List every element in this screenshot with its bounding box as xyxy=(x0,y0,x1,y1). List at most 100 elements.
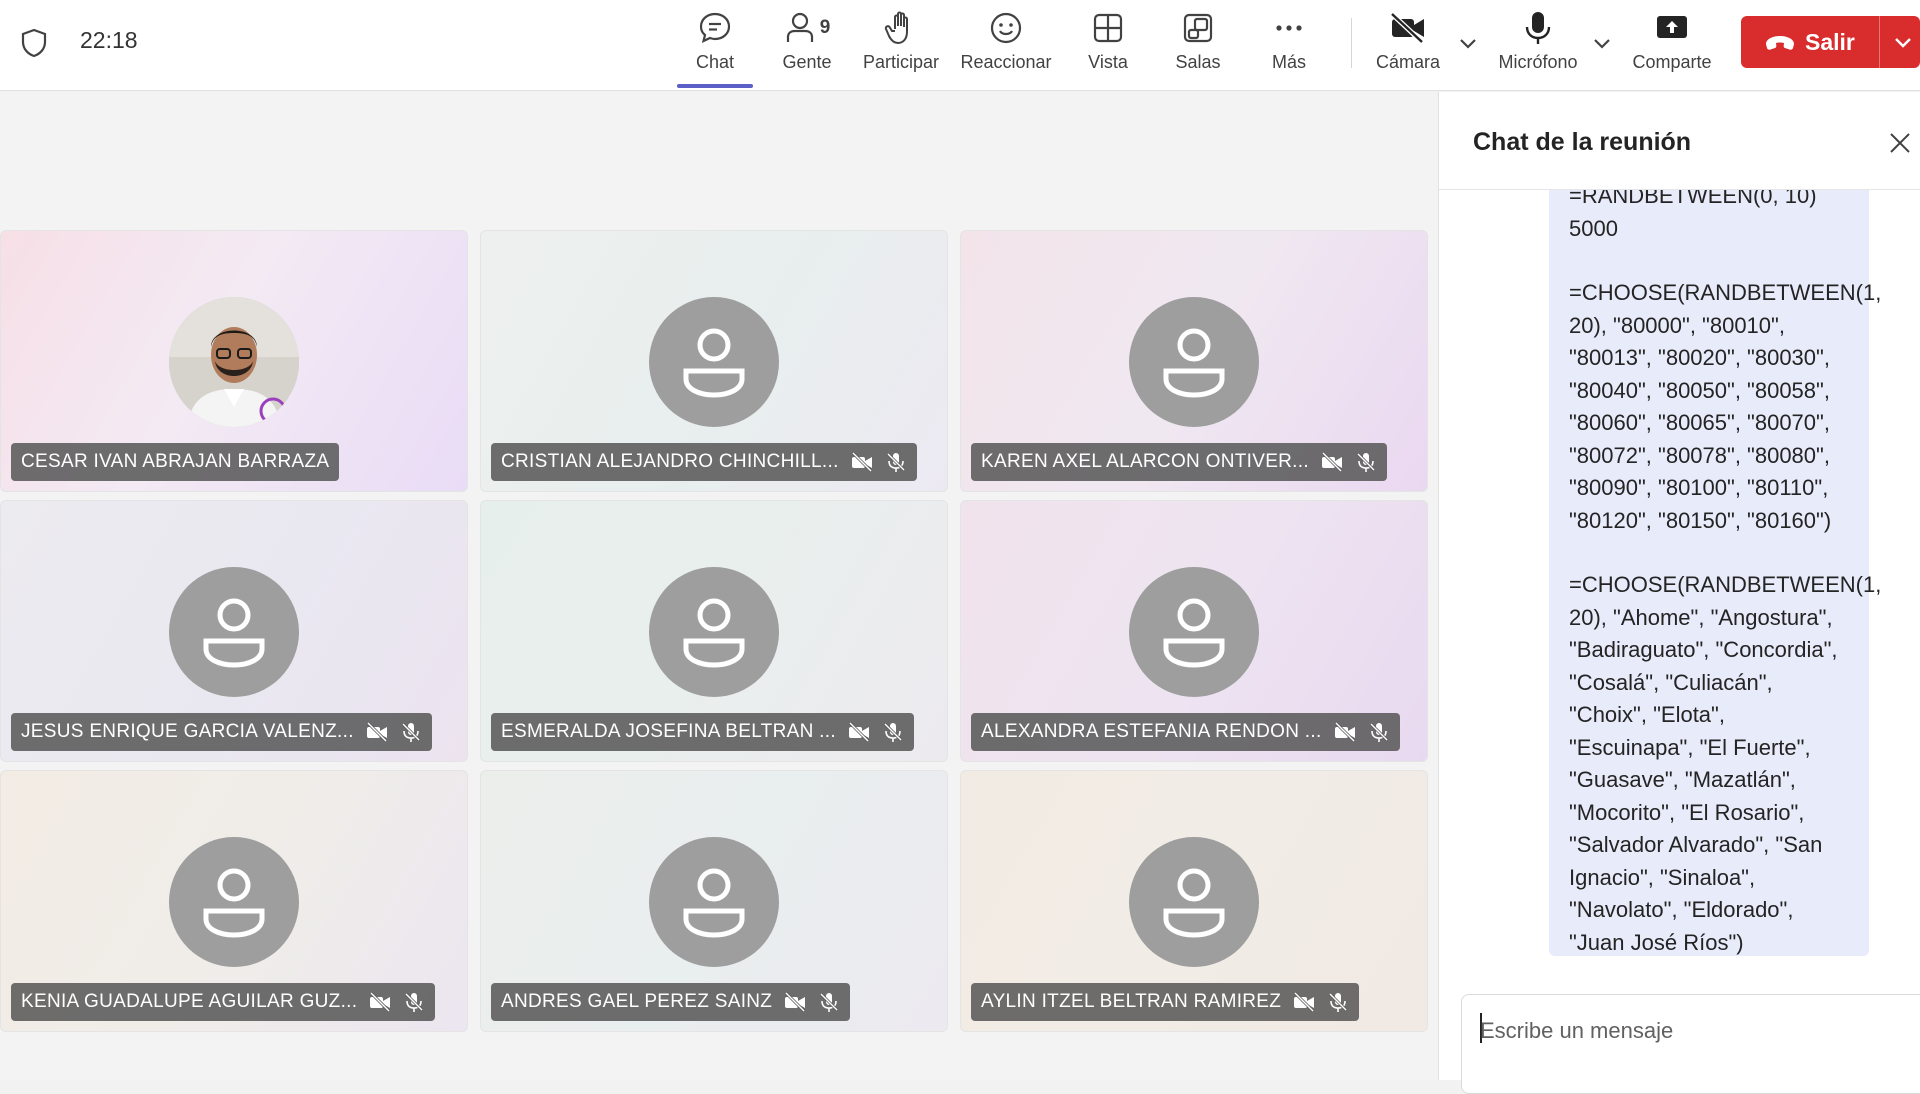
grid-view-icon xyxy=(1091,8,1125,48)
microphone-button[interactable]: Micrófono xyxy=(1494,8,1582,82)
participant-nameplate: ESMERALDA JOSEFINA BELTRAN ... xyxy=(491,713,914,751)
participant-tile[interactable]: ESMERALDA JOSEFINA BELTRAN ... xyxy=(480,500,948,762)
participant-nameplate: AYLIN ITZEL BELTRAN RAMIREZ xyxy=(971,983,1360,1021)
camera-off-icon xyxy=(1294,991,1315,1013)
message-text: =CHOOSE(RANDBETWEEN(1, 20), "Ahome", "An… xyxy=(1569,572,1888,955)
react-button[interactable]: Reaccionar xyxy=(958,8,1054,82)
default-avatar-icon xyxy=(1129,567,1259,697)
participant-name: CESAR IVAN ABRAJAN BARRAZA xyxy=(21,451,330,472)
message-text: 5000 xyxy=(1569,215,1618,241)
video-gallery: CESAR IVAN ABRAJAN BARRAZA CRISTIAN ALEJ… xyxy=(0,92,1437,1080)
chat-message-list[interactable]: =RANDBETWEEN(0, 10) 5000 =CHOOSE(RANDBET… xyxy=(1439,190,1920,970)
participant-tile[interactable]: ALEXANDRA ESTEFANIA RENDON ... xyxy=(960,500,1428,762)
default-avatar-icon xyxy=(649,837,779,967)
meeting-chat-panel: Chat de la reunión =RANDBETWEEN(0, 10) 5… xyxy=(1438,92,1920,1094)
people-button[interactable]: 9 Gente xyxy=(777,8,837,82)
more-button[interactable]: Más xyxy=(1268,8,1310,82)
leave-separator xyxy=(1879,16,1880,68)
camera-off-icon xyxy=(1321,451,1342,473)
participant-tile[interactable]: JESUS ENRIQUE GARCIA VALENZ... xyxy=(0,500,468,762)
camera-off-icon xyxy=(370,991,391,1013)
shield-icon[interactable] xyxy=(20,28,48,58)
camera-off-icon xyxy=(1334,721,1355,743)
meeting-toolbar: 22:18 Chat 9 Gente Participar Reaccionar xyxy=(0,0,1920,91)
participant-tile[interactable]: KAREN AXEL ALARCON ONTIVER... xyxy=(960,230,1428,492)
camera-options-chevron-icon[interactable] xyxy=(1455,30,1481,56)
meeting-timer: 22:18 xyxy=(80,27,138,53)
leave-label: Salir xyxy=(1805,29,1855,55)
share-label: Comparte xyxy=(1632,52,1712,72)
participant-nameplate: JESUS ENRIQUE GARCIA VALENZ... xyxy=(11,713,432,751)
participant-nameplate: ALEXANDRA ESTEFANIA RENDON ... xyxy=(971,713,1400,751)
view-button[interactable]: Vista xyxy=(1084,8,1132,82)
camera-off-icon xyxy=(848,721,869,743)
rooms-icon xyxy=(1181,8,1215,48)
participant-nameplate: KENIA GUADALUPE AGUILAR GUZ... xyxy=(11,983,436,1021)
chat-icon xyxy=(697,8,733,48)
camera-button[interactable]: Cámara xyxy=(1372,8,1444,82)
participant-nameplate: ANDRES GAEL PEREZ SAINZ xyxy=(491,983,851,1021)
participant-name: KAREN AXEL ALARCON ONTIVER... xyxy=(981,451,1309,472)
close-icon[interactable] xyxy=(1887,130,1913,156)
participant-photo xyxy=(169,297,299,427)
message-composer[interactable] xyxy=(1461,994,1920,1094)
active-tab-indicator xyxy=(677,84,753,88)
camera-off-icon xyxy=(366,721,387,743)
participant-nameplate: CESAR IVAN ABRAJAN BARRAZA xyxy=(11,443,340,481)
default-avatar-icon xyxy=(1129,837,1259,967)
people-count: 9 xyxy=(819,17,831,38)
camera-label: Cámara xyxy=(1375,52,1441,72)
view-label: Vista xyxy=(1088,52,1128,72)
participant-name: JESUS ENRIQUE GARCIA VALENZ... xyxy=(21,721,354,742)
microphone-label: Micrófono xyxy=(1498,52,1578,72)
participant-tile[interactable]: AYLIN ITZEL BELTRAN RAMIREZ xyxy=(960,770,1428,1032)
participant-tile[interactable]: CRISTIAN ALEJANDRO CHINCHILL... xyxy=(480,230,948,492)
participant-nameplate: KAREN AXEL ALARCON ONTIVER... xyxy=(971,443,1387,481)
mic-off-icon xyxy=(886,452,905,472)
mic-off-icon xyxy=(405,992,424,1012)
mic-off-icon xyxy=(820,992,839,1012)
rooms-label: Salas xyxy=(1175,52,1221,72)
mic-off-icon xyxy=(883,722,902,742)
participant-name: KENIA GUADALUPE AGUILAR GUZ... xyxy=(21,991,358,1012)
person-icon xyxy=(786,12,813,42)
react-label: Reaccionar xyxy=(960,52,1052,72)
participant-name: CRISTIAN ALEJANDRO CHINCHILL... xyxy=(501,451,839,472)
camera-off-icon xyxy=(1389,8,1427,48)
mic-options-chevron-icon[interactable] xyxy=(1589,30,1615,56)
mic-off-icon xyxy=(1369,722,1388,742)
smiley-icon xyxy=(988,8,1024,48)
chat-title: Chat de la reunión xyxy=(1473,128,1692,156)
default-avatar-icon xyxy=(169,567,299,697)
participant-tile[interactable]: CESAR IVAN ABRAJAN BARRAZA xyxy=(0,230,468,492)
breakout-rooms-button[interactable]: Salas xyxy=(1174,8,1222,82)
mic-off-icon xyxy=(1356,452,1375,472)
people-label: Gente xyxy=(782,52,832,72)
leave-options-chevron-icon[interactable] xyxy=(1891,30,1915,54)
raise-hand-button[interactable]: Participar xyxy=(860,8,942,82)
default-avatar-icon xyxy=(649,297,779,427)
message-input[interactable] xyxy=(1480,1015,1900,1047)
camera-off-icon xyxy=(851,451,872,473)
hang-up-icon xyxy=(1766,36,1794,50)
more-label: Más xyxy=(1271,52,1306,72)
participant-tile[interactable]: ANDRES GAEL PEREZ SAINZ xyxy=(480,770,948,1032)
default-avatar-icon xyxy=(649,567,779,697)
hand-icon xyxy=(884,8,918,48)
participant-name: ESMERALDA JOSEFINA BELTRAN ... xyxy=(501,721,836,742)
chat-button[interactable]: Chat xyxy=(690,8,740,82)
more-icon xyxy=(1272,8,1306,48)
share-button[interactable]: Comparte xyxy=(1630,8,1714,82)
microphone-icon xyxy=(1523,8,1553,48)
participant-tile[interactable]: KENIA GUADALUPE AGUILAR GUZ... xyxy=(0,770,468,1032)
share-screen-icon xyxy=(1654,8,1690,48)
message-text: =CHOOSE(RANDBETWEEN(1, 20), "80000", "80… xyxy=(1569,280,1888,533)
leave-button[interactable]: Salir xyxy=(1741,16,1920,68)
mic-off-icon xyxy=(1329,992,1348,1012)
raise-hand-label: Participar xyxy=(862,52,940,72)
chat-message-bubble[interactable]: =RANDBETWEEN(0, 10) 5000 =CHOOSE(RANDBET… xyxy=(1549,190,1888,956)
mic-off-icon xyxy=(401,722,420,742)
chat-header: Chat de la reunión xyxy=(1439,92,1920,190)
participant-nameplate: CRISTIAN ALEJANDRO CHINCHILL... xyxy=(491,443,917,481)
toolbar-divider xyxy=(1351,18,1352,68)
